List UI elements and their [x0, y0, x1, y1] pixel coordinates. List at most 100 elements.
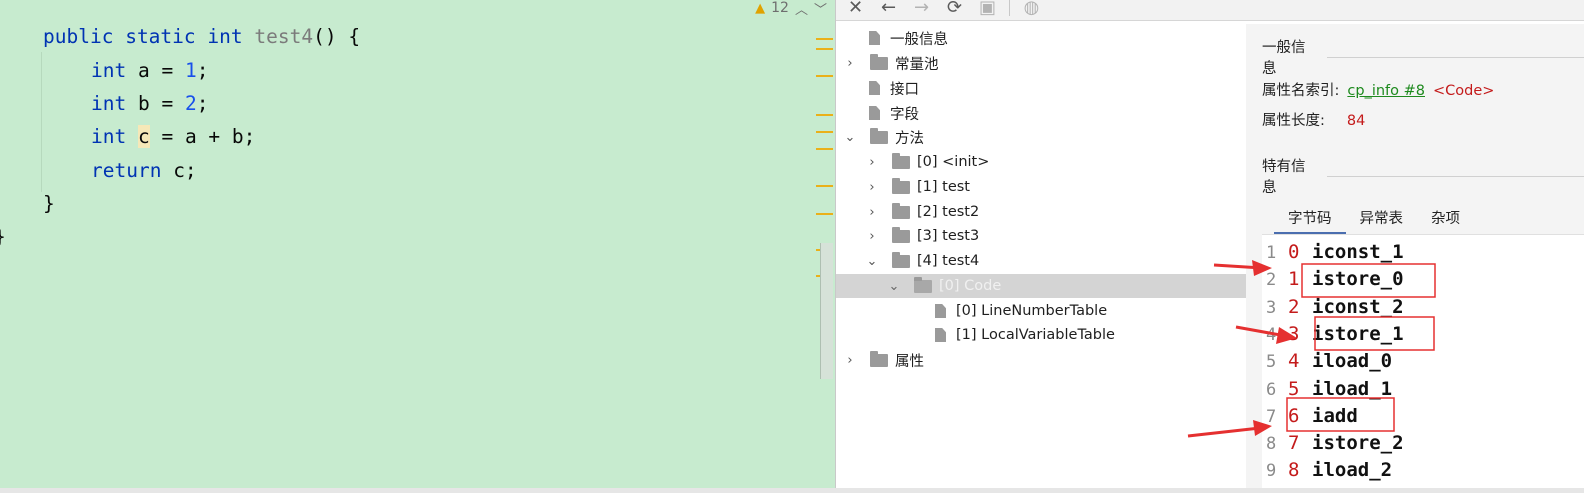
save-icon[interactable]: ▣ [976, 0, 999, 17]
bytecode-row[interactable]: 2 1 istore_0 [1262, 266, 1404, 293]
tree-node-method-0[interactable]: › [0] <init> [866, 150, 989, 174]
bytecode-viewer-panel: ✕ ← → ⟳ ▣ ◍ 一般信息 › 常量池 接口 字段 ⌄ 方法 › [0] <in… [835, 0, 1584, 489]
tree-node-local-variable-table[interactable]: [1] LocalVariableTable [932, 323, 1115, 347]
scrollbar-thumb[interactable] [820, 243, 833, 379]
bytecode-row[interactable]: 8 7 istore_2 [1262, 430, 1404, 457]
bytecode-row[interactable]: 5 4 iload_0 [1262, 348, 1392, 375]
keyword: public [43, 25, 114, 48]
bytecode-offset: 6 [1288, 404, 1300, 427]
tree-node-code-selected[interactable]: ⌄ [0] Code [836, 274, 1246, 298]
close-icon[interactable]: ✕ [844, 0, 867, 17]
opcode: istore_0 [1312, 268, 1404, 291]
tree-node-method-3[interactable]: › [3] test3 [866, 224, 979, 248]
tab-exception-table[interactable]: 异常表 [1346, 206, 1418, 232]
bytecode-row[interactable]: 4 3 istore_1 [1262, 321, 1404, 348]
keyword: int [91, 125, 127, 148]
opcode: iconst_1 [1312, 241, 1404, 263]
forward-arrow-icon[interactable]: → [910, 0, 933, 17]
tree-node-methods[interactable]: ⌄ 方法 [844, 125, 924, 149]
warning-marker[interactable] [816, 185, 833, 187]
tree-node-interfaces[interactable]: 接口 [866, 76, 919, 100]
file-icon [935, 328, 946, 342]
tree-node-method-4[interactable]: ⌄ [4] test4 [866, 249, 979, 273]
keyword: int [91, 92, 127, 115]
code-line-3[interactable]: int b = 2; [91, 87, 208, 120]
chevron-right-icon[interactable]: › [866, 180, 878, 195]
status-strip [0, 488, 1584, 493]
tab-bytecode[interactable]: 字节码 [1274, 206, 1346, 235]
opcode: iload_2 [1312, 459, 1393, 482]
tree-node-line-number-table[interactable]: [0] LineNumberTable [932, 299, 1107, 323]
tree-node-label: 属性 [895, 353, 924, 370]
code-line-4[interactable]: int c = a + b; [91, 120, 255, 153]
bytecode-row[interactable]: 7 6 iadd [1262, 403, 1358, 430]
code-text: ; [196, 92, 209, 115]
bytecode-row[interactable]: 6 5 iload_1 [1262, 376, 1392, 403]
keyword: static [125, 25, 196, 48]
tree-node-label: [2] test2 [917, 204, 980, 220]
warning-marker[interactable] [816, 114, 833, 116]
folder-icon [892, 152, 910, 169]
code-line-5[interactable]: return c; [91, 154, 197, 187]
chevron-right-icon[interactable]: › [844, 353, 856, 368]
class-structure-tree[interactable]: 一般信息 › 常量池 接口 字段 ⌄ 方法 › [0] <init> › [1] tes… [836, 24, 1246, 488]
warning-count: 12 [771, 0, 789, 16]
bytecode-offset: 8 [1288, 459, 1300, 482]
keyword: return [91, 159, 162, 182]
chevron-right-icon[interactable]: › [866, 205, 878, 220]
code-line-7[interactable]: } [0, 220, 6, 253]
tree-node-method-1[interactable]: › [1] test [866, 175, 970, 199]
warning-marker[interactable] [816, 48, 833, 50]
tree-node-attributes[interactable]: › 属性 [844, 348, 924, 372]
tree-node-label: [0] Code [939, 278, 1002, 294]
chevron-up-icon[interactable]: ︿ [795, 0, 808, 18]
divider [1327, 175, 1584, 177]
tab-misc[interactable]: 杂项 [1417, 206, 1474, 232]
line-number: 2 [1266, 270, 1277, 291]
file-icon [935, 304, 946, 318]
code-line-6[interactable]: } [43, 187, 55, 220]
bytecode-row[interactable]: 1 0 iconst_1 [1262, 239, 1404, 266]
warning-marker[interactable] [816, 148, 833, 150]
globe-icon[interactable]: ◍ [1020, 0, 1043, 17]
cp-info-link[interactable]: cp_info #8 [1347, 83, 1425, 99]
warning-icon: ▲ [755, 0, 766, 16]
bytecode-listing[interactable]: 1 0 iconst_1 2 1 istore_0 3 2 iconst_2 4 3 istore_1… [1262, 234, 1584, 489]
chevron-down-icon[interactable]: ⌄ [844, 130, 856, 145]
folder-icon [870, 127, 888, 144]
folder-icon [870, 350, 888, 367]
tree-node-method-2[interactable]: › [2] test2 [866, 200, 979, 224]
bytecode-row[interactable]: 3 2 iconst_2 [1262, 294, 1404, 321]
opcode: iload_0 [1312, 350, 1393, 373]
folder-icon [892, 251, 910, 268]
bytecode-offset: 7 [1288, 432, 1300, 455]
warning-marker[interactable] [816, 131, 833, 133]
code-line-2[interactable]: int a = 1; [91, 54, 208, 87]
tree-node-label: 方法 [895, 130, 924, 147]
tree-node-label: [0] LineNumberTable [956, 303, 1108, 319]
chevron-right-icon[interactable]: › [844, 56, 856, 71]
opcode: iadd [1312, 404, 1358, 427]
chevron-right-icon[interactable]: › [866, 155, 878, 170]
code-line-1[interactable]: public static int test4() { [43, 20, 360, 53]
bytecode-offset: 0 [1288, 241, 1300, 263]
folder-icon [892, 202, 910, 219]
line-number: 5 [1266, 352, 1277, 373]
bytecode-row[interactable]: 9 8 iload_2 [1262, 457, 1392, 484]
tree-node-constant-pool[interactable]: › 常量池 [844, 51, 939, 75]
refresh-icon[interactable]: ⟳ [943, 0, 966, 17]
back-arrow-icon[interactable]: ← [877, 0, 900, 17]
warning-marker[interactable] [816, 75, 833, 77]
chevron-right-icon[interactable]: › [866, 229, 878, 244]
warning-marker[interactable] [816, 38, 833, 40]
tree-node-general[interactable]: 一般信息 [866, 26, 948, 50]
chevron-down-icon[interactable]: ⌄ [866, 254, 878, 269]
code-editor[interactable]: public static int test4() { int a = 1; i… [0, 0, 835, 488]
warning-marker[interactable] [816, 213, 833, 215]
chevron-down-icon[interactable]: ⌄ [888, 279, 900, 294]
file-icon [869, 106, 880, 120]
folder-icon [870, 53, 888, 70]
line-number: 8 [1266, 434, 1277, 455]
tree-node-fields[interactable]: 字段 [866, 101, 919, 125]
line-number: 6 [1266, 379, 1277, 400]
